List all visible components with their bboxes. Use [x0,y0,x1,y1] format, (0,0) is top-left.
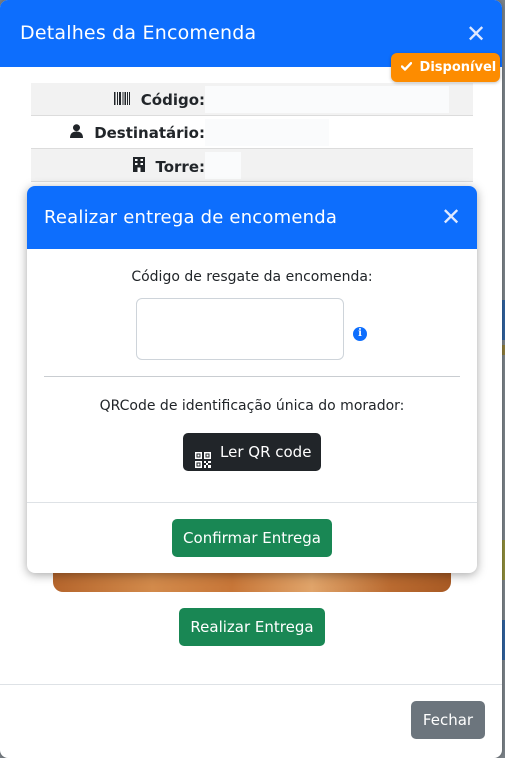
close-button[interactable]: Fechar [411,701,485,739]
check-icon [400,60,417,75]
pickup-code-label: Código de resgate da encomenda: [131,269,373,285]
close-icon[interactable]: ✕ [437,203,465,231]
delivery-modal: Realizar entrega de encomenda ✕ Código d… [27,186,477,573]
code-label: Código: [113,91,205,109]
read-qrcode-button[interactable]: Ler QR code [183,433,321,471]
tower-label: Torre: [132,157,205,176]
table-row: Código: [31,83,473,116]
table-row: Destinatário: [31,116,473,149]
user-icon [70,124,88,142]
qrcode-label: QRCode de identificação única do morador… [99,398,405,414]
modal-title: Realizar entrega de encomenda [44,207,338,228]
recipient-label: Destinatário: [70,124,205,142]
status-badge: Disponível [391,53,500,82]
close-icon[interactable]: ✕ [462,20,490,48]
pickup-code-input[interactable] [136,298,344,360]
tower-value [205,152,241,179]
recipient-value [205,119,329,146]
table-row: Torre: [31,149,473,182]
confirm-delivery-button[interactable]: Confirmar Entrega [172,519,332,557]
read-qrcode-label: Ler QR code [220,443,312,461]
modal-header: Realizar entrega de encomenda ✕ [27,186,477,249]
deliver-button[interactable]: Realizar Entrega [179,608,325,646]
section-divider [44,376,460,377]
barcode-icon [113,91,135,109]
details-table: Código: Destinatário: Torre: [31,83,473,182]
building-icon [132,157,150,176]
code-value [205,86,449,113]
info-icon[interactable]: i [353,327,367,341]
qrcode-icon [195,444,211,468]
modal-title: Detalhes da Encomenda [20,22,257,44]
footer-divider [27,502,477,503]
footer-divider [0,684,502,685]
status-label: Disponível [419,60,497,75]
